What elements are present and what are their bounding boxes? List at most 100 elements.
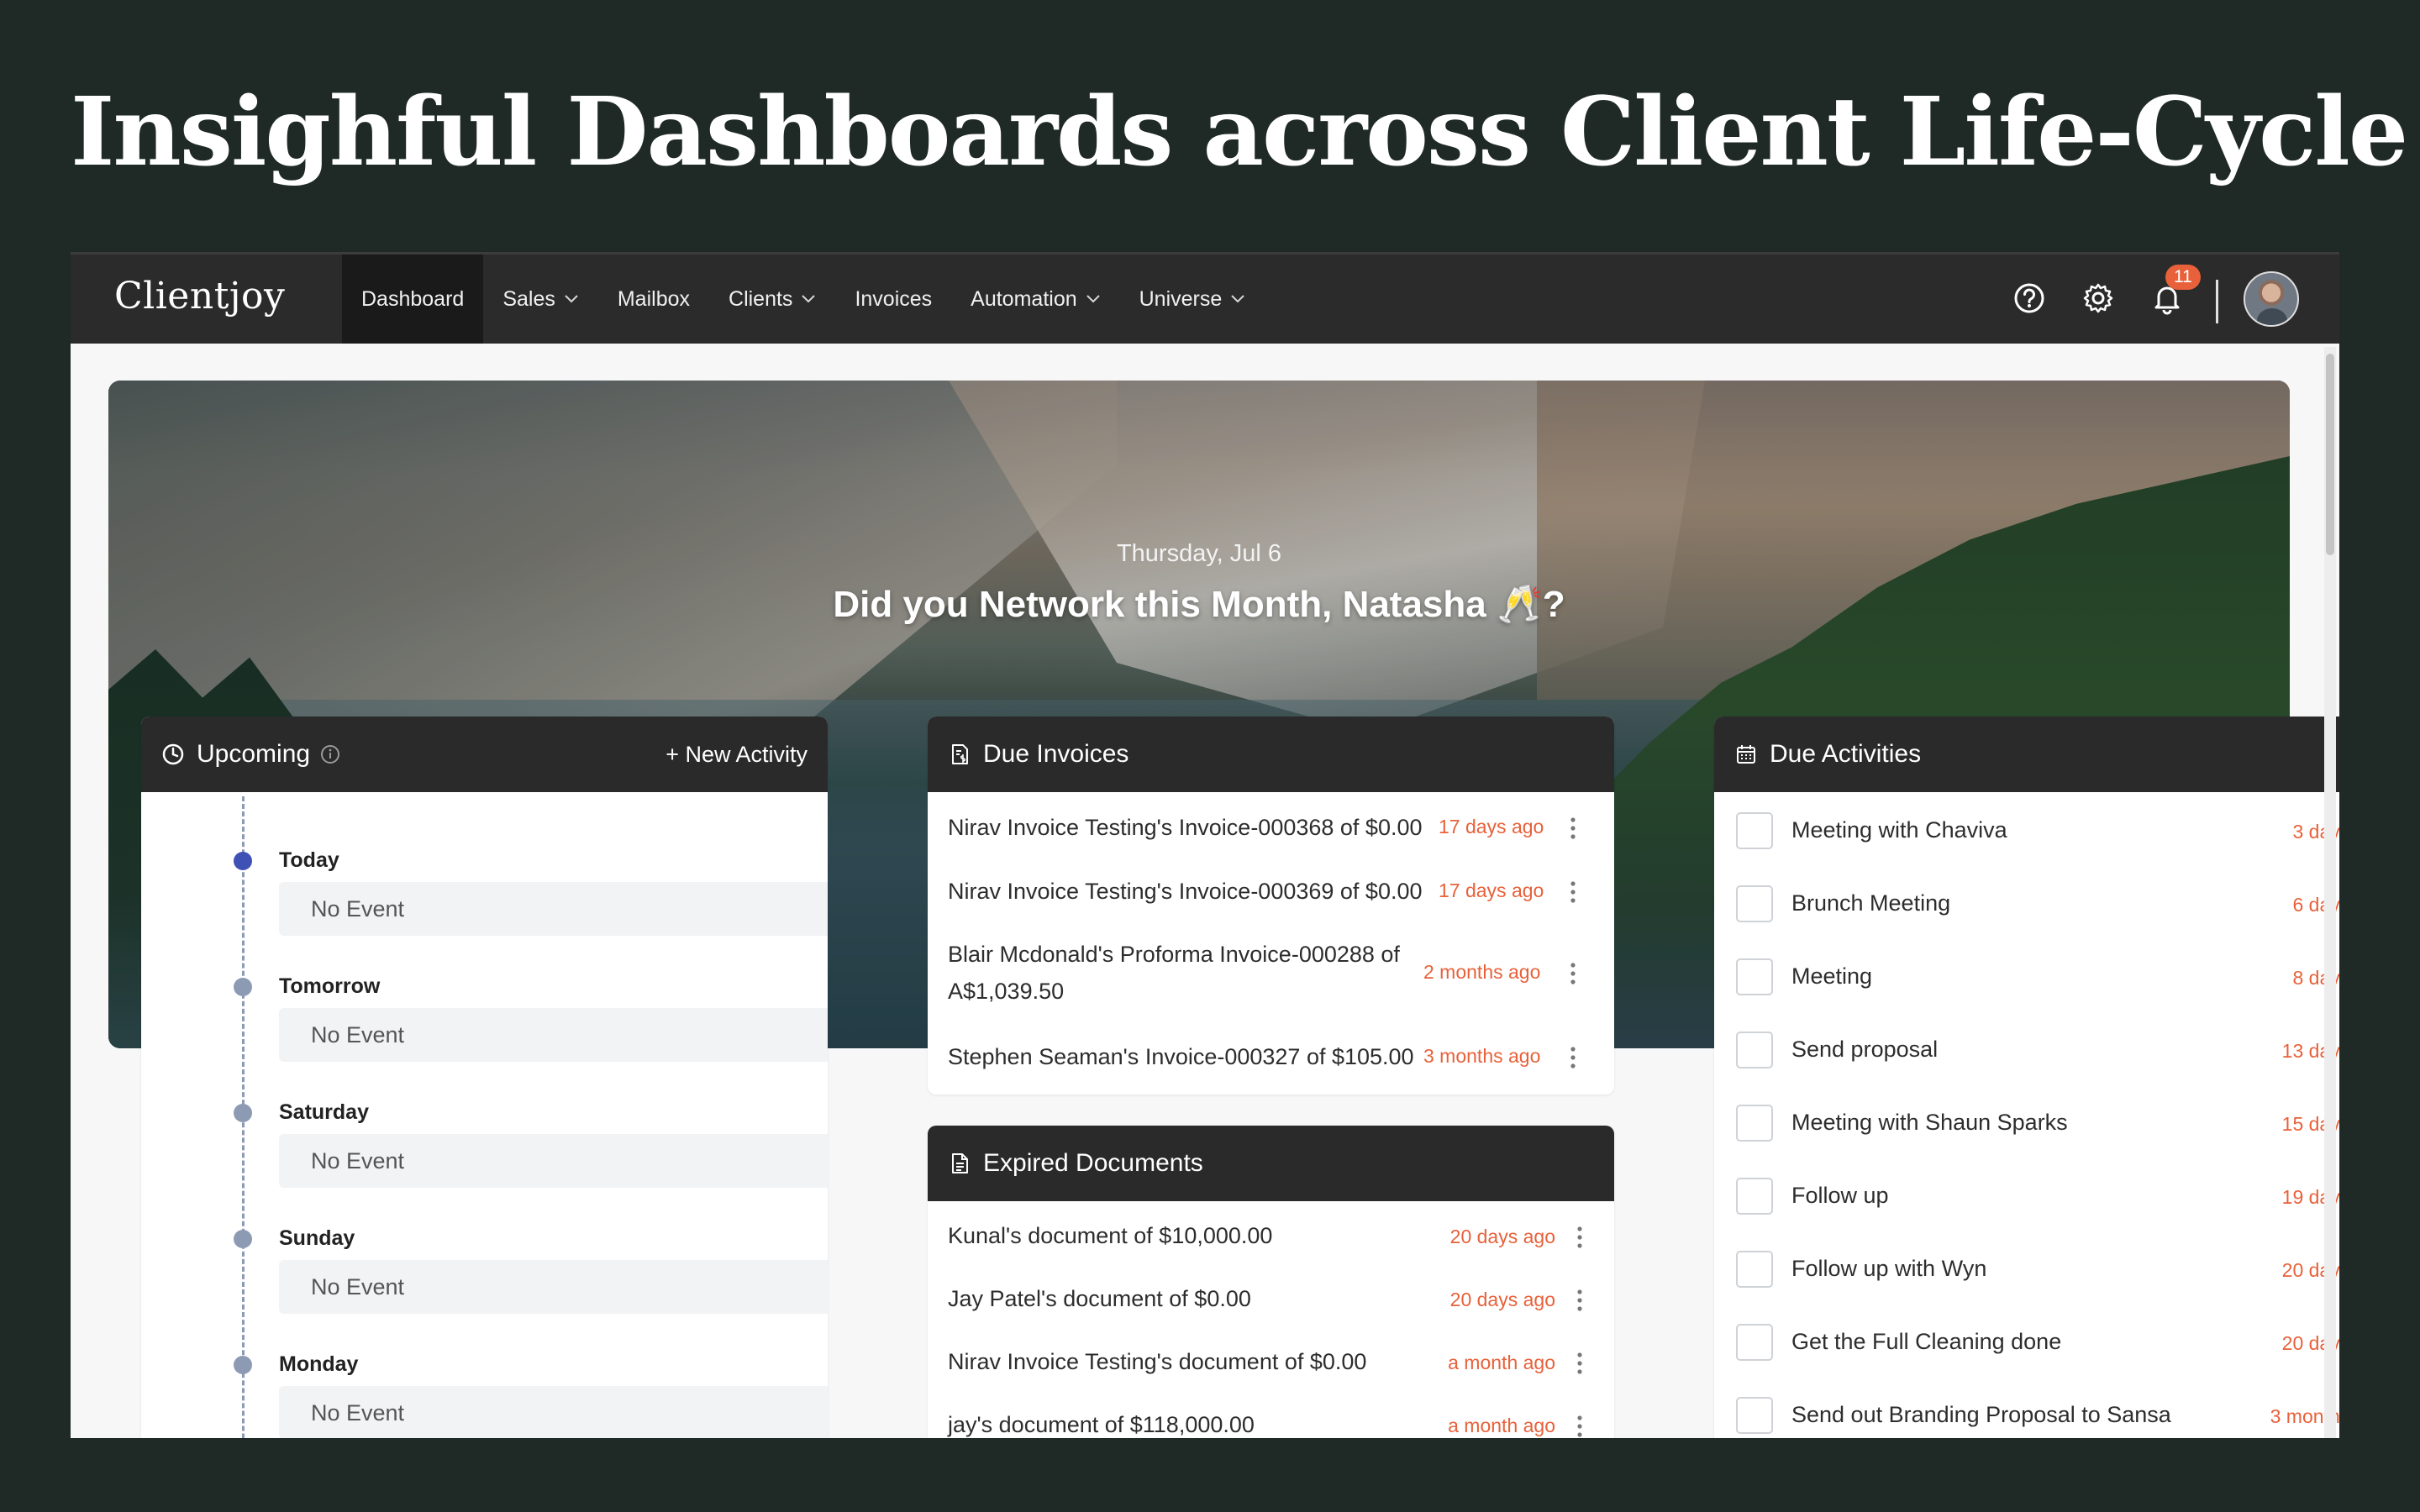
document-ago: a month ago [1448,1352,1555,1373]
invoice-text: Nirav Invoice Testing's Invoice-000369 o… [948,873,1423,910]
app-window: Clientjoy Dashboard Sales Mailbox Client… [71,252,2339,1438]
invoice-ago: 17 days ago [1439,816,1544,837]
activity-row: Send out Branding Proposal to Sansa 3 mon… [1714,1397,2339,1438]
nav-automation[interactable]: Automation [951,255,1119,344]
activity-checkbox[interactable] [1736,812,1773,849]
nav-universe[interactable]: Universe [1120,255,1265,344]
app-logo[interactable]: Clientjoy [114,275,285,318]
activity-label[interactable]: Meeting [1791,963,1872,990]
activity-label[interactable]: Follow up [1791,1183,1889,1209]
more-vertical-icon[interactable] [1570,879,1576,905]
more-vertical-icon[interactable] [1570,961,1576,986]
activity-checkbox[interactable] [1736,1105,1773,1142]
invoice-icon [952,744,968,764]
activity-row: Follow up19 days ago [1714,1178,2339,1251]
top-navbar: Clientjoy Dashboard Sales Mailbox Client… [71,255,2339,344]
event-slot[interactable]: No Event [279,882,828,936]
due-invoices-panel: Due Invoices Nirav Invoice Testing's Inv… [928,717,1614,1095]
timeline-dot [234,1230,252,1248]
document-text: jay's document of $118,000.00 [948,1412,1255,1437]
nav-clients[interactable]: Clients [709,255,835,344]
activity-label[interactable]: Meeting with Chaviva [1791,817,2007,843]
due-activities-header: Due Activities [1714,717,2339,792]
activity-row: Follow up with Wyn20 days ago [1714,1251,2339,1324]
activity-label[interactable]: Brunch Meeting [1791,890,1950,916]
invoice-text: Blair Mcdonald's Proforma Invoice-000288… [948,936,1400,1010]
due-activities-panel: Due Activities Meeting with Chaviva3 day… [1714,717,2339,1438]
more-vertical-icon[interactable] [1570,816,1576,841]
document-ago: 20 days ago [1449,1289,1555,1310]
nav-label: Clients [729,286,793,311]
more-vertical-icon[interactable] [1576,1225,1583,1250]
event-slot[interactable]: No Event [279,1008,828,1062]
more-vertical-icon[interactable] [1576,1288,1583,1313]
nav-label: Automation [971,286,1077,311]
activity-label[interactable]: Follow up with Wyn [1791,1256,1986,1282]
user-avatar[interactable] [2244,271,2299,327]
clock-icon [162,743,184,765]
expired-documents-panel: Expired Documents Kunal's document of $1… [928,1126,1614,1438]
activity-label[interactable]: Meeting with Shaun Sparks [1791,1110,2068,1136]
event-slot[interactable]: No Event [279,1134,828,1188]
activity-checkbox[interactable] [1736,958,1773,995]
chevron-down-icon [1086,295,1100,303]
event-slot[interactable]: No Event [279,1386,828,1438]
invoice-ago: 17 days ago [1439,879,1544,901]
invoice-ago: 2 months ago [1423,961,1541,983]
timeline-dot [234,852,252,870]
activity-checkbox[interactable] [1736,1032,1773,1068]
page-scrollbar-thumb[interactable] [2326,354,2334,555]
nav-sales[interactable]: Sales [483,255,598,344]
activity-label[interactable]: Send proposal [1791,1037,1938,1063]
invoice-text: Stephen Seaman's Invoice-000327 of $105.… [948,1038,1414,1075]
nav-dashboard[interactable]: Dashboard [342,255,484,344]
invoice-line: Stephen Seaman's Invoice-000327 of $105.… [948,1044,1414,1069]
nav-label: Dashboard [361,286,465,311]
timeline-dot [234,1104,252,1122]
activity-row: Send proposal13 days ago [1714,1032,2339,1105]
document-text: Kunal's document of $10,000.00 [948,1223,1273,1248]
activity-checkbox[interactable] [1736,1178,1773,1215]
nav-invoices[interactable]: Invoices [835,255,951,344]
activity-row: Brunch Meeting6 days ago [1714,885,2339,958]
nav-mailbox[interactable]: Mailbox [598,255,709,344]
activity-label[interactable]: Send out Branding Proposal to Sansa [1791,1402,2171,1428]
calendar-icon [1737,745,1755,764]
gear-icon[interactable] [2081,281,2115,315]
activity-label[interactable]: Get the Full Cleaning done [1791,1329,2061,1355]
invoice-line: Nirav Invoice Testing's Invoice-000369 o… [948,879,1423,904]
more-vertical-icon[interactable] [1570,1045,1576,1070]
due-activities-title: Due Activities [1770,740,1922,768]
activity-checkbox[interactable] [1736,885,1773,922]
expired-documents-header: Expired Documents [928,1126,1614,1201]
upcoming-panel: Upcoming + New Activity Today No Event T… [141,717,828,1438]
chevron-down-icon [1231,295,1244,303]
timeline-dot [234,1356,252,1374]
hero-greeting: Did you Network this Month, Natasha 🥂? [833,584,1565,625]
nav-label: Universe [1139,286,1223,311]
info-icon[interactable] [320,744,340,764]
more-vertical-icon[interactable] [1576,1351,1583,1376]
due-invoices-title: Due Invoices [983,740,1129,768]
new-activity-button[interactable]: + New Activity [666,742,808,768]
activity-checkbox[interactable] [1736,1397,1773,1434]
notification-badge: 11 [2165,265,2201,290]
chevron-down-icon [802,295,816,303]
activity-row: Meeting with Shaun Sparks15 days ago [1714,1105,2339,1178]
help-circle-icon[interactable] [2012,281,2046,315]
due-invoices-header: Due Invoices [928,717,1614,792]
activity-checkbox[interactable] [1736,1251,1773,1288]
invoice-line: A$1,039.50 [948,979,1065,1004]
more-vertical-icon[interactable] [1576,1414,1583,1438]
day-label: Monday [279,1352,359,1376]
expired-documents-title: Expired Documents [983,1149,1203,1177]
invoice-text: Nirav Invoice Testing's Invoice-000368 o… [948,809,1423,846]
event-slot[interactable]: No Event [279,1260,828,1314]
day-label: Sunday [279,1226,355,1250]
activity-checkbox[interactable] [1736,1324,1773,1361]
day-label: Today [279,848,339,872]
hero-date: Thursday, Jul 6 [1116,540,1282,567]
timeline-dot [234,978,252,996]
page-headline: Insighful Dashboards across Client Life-… [71,77,2408,187]
main-nav: Dashboard Sales Mailbox Clients Invoices… [342,255,1265,344]
